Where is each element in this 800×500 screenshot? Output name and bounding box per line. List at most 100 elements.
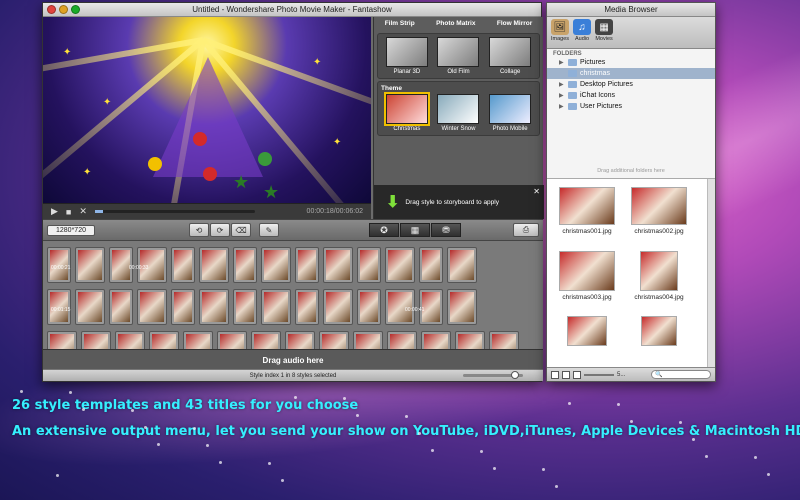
storyboard-slide[interactable] [319, 331, 349, 349]
folder-item[interactable]: ▶ Pictures [547, 57, 715, 68]
storyboard-slide[interactable] [295, 247, 319, 283]
style-view-icon[interactable]: ✪ [368, 223, 399, 237]
rotate-left-icon[interactable]: ⟲ [188, 223, 209, 237]
style-tab[interactable]: Flow Mirror [497, 20, 532, 31]
storyboard-slide[interactable] [387, 331, 417, 349]
folder-item-selected[interactable]: christmas [547, 68, 715, 79]
main-titlebar[interactable]: Untitled - Wondershare Photo Movie Maker… [43, 3, 541, 17]
disclosure-icon[interactable]: ▶ [559, 103, 565, 110]
star-icon: ✦ [83, 167, 92, 178]
list-view-icon[interactable] [562, 370, 570, 379]
rotate-right-icon[interactable]: ⟳ [209, 223, 230, 237]
audio-drop-zone[interactable]: Drag audio here [43, 349, 543, 371]
detail-view-icon[interactable] [573, 370, 581, 379]
storyboard-slide[interactable] [233, 289, 257, 325]
storyboard-row [47, 331, 519, 349]
theme-cell[interactable]: Christmas [383, 92, 431, 132]
zoom-slider[interactable] [463, 371, 523, 379]
media-search-input[interactable]: 🔍 [651, 370, 711, 379]
disclosure-icon[interactable]: ▶ [559, 92, 565, 99]
folder-item[interactable]: ▶ iChat Icons [547, 90, 715, 101]
audio-tab[interactable]: ♫ Audio [573, 19, 592, 46]
disclosure-icon[interactable]: ▶ [559, 59, 565, 66]
movies-tab[interactable]: ▦ Movies [595, 19, 614, 46]
storyboard-slide[interactable] [75, 289, 105, 325]
storyboard-slide[interactable] [353, 331, 383, 349]
storyboard-slide[interactable] [109, 289, 133, 325]
storyboard-slide[interactable] [421, 331, 451, 349]
close-hint-icon[interactable]: ✕ [533, 187, 540, 196]
thumbnail-size-slider[interactable] [584, 373, 614, 376]
storyboard-slide[interactable] [47, 331, 77, 349]
film-view-icon[interactable]: ▦ [399, 223, 430, 237]
media-item[interactable] [625, 316, 693, 361]
storyboard-slide[interactable] [419, 247, 443, 283]
storyboard-slide[interactable] [447, 247, 477, 283]
storyboard-slide[interactable] [385, 247, 415, 283]
storyboard-slide[interactable] [199, 289, 229, 325]
storyboard-slide[interactable] [357, 289, 381, 325]
storyboard-slide[interactable] [447, 289, 477, 325]
storyboard-slide[interactable] [285, 331, 315, 349]
style-tab[interactable]: Photo Matrix [436, 20, 475, 31]
storyboard-slide[interactable] [489, 331, 519, 349]
video-preview[interactable]: ★ ★ ✦ ✦ ✦ ✦ ✦ [43, 17, 371, 203]
grid-view-icon[interactable] [551, 370, 559, 379]
delete-icon[interactable]: ⌫ [230, 223, 251, 237]
theme-cell[interactable]: Photo Mobile [486, 94, 534, 132]
output-icon[interactable]: ⎙ [513, 223, 539, 237]
storyboard-slide[interactable] [171, 247, 195, 283]
storyboard-slide[interactable] [171, 289, 195, 325]
storyboard-slide[interactable] [295, 289, 319, 325]
editor-toolbar: 1280*720 ⟲ ⟳ ⌫ ✎ ✪ ▦ ⛃ ⎙ [43, 219, 543, 241]
storyboard-slide[interactable] [217, 331, 247, 349]
style-cell[interactable]: Old Film [434, 37, 482, 75]
play-icon[interactable]: ▶ [51, 206, 58, 217]
storyboard-slide[interactable] [251, 331, 281, 349]
media-item[interactable]: christmas003.jpg [553, 250, 621, 313]
theme-cell[interactable]: Winter Snow [434, 94, 482, 132]
style-label: Old Film [447, 69, 470, 75]
storyboard-slide[interactable] [137, 289, 167, 325]
media-item[interactable]: christmas004.jpg [625, 250, 693, 313]
storyboard-slide[interactable] [115, 331, 145, 349]
shuffle-icon[interactable]: ✕ [79, 206, 87, 217]
images-tab[interactable]: 🖼 Images [551, 19, 569, 46]
storyboard-slide[interactable] [357, 247, 381, 283]
media-item[interactable]: christmas001.jpg [553, 187, 621, 247]
stop-icon[interactable]: ■ [66, 207, 71, 217]
zoom-knob[interactable] [511, 371, 519, 379]
folder-item[interactable]: ▶ Desktop Pictures [547, 79, 715, 90]
storyboard-slide[interactable] [233, 247, 257, 283]
sparkle [493, 467, 496, 470]
storyboard-slide[interactable] [183, 331, 213, 349]
storyboard[interactable]: 00:00:21 00:00:33 00:01:15 00:00:41 [43, 241, 543, 349]
slide-image [174, 292, 192, 322]
close-window-icon[interactable] [47, 5, 56, 14]
style-cell[interactable]: Collage [486, 37, 534, 75]
storyboard-slide[interactable] [81, 331, 111, 349]
media-scrollbar[interactable] [707, 179, 715, 369]
storyboard-slide[interactable] [323, 247, 353, 283]
disclosure-icon[interactable]: ▶ [559, 81, 565, 88]
style-tab[interactable]: Film Strip [385, 20, 415, 31]
storyboard-slide[interactable] [323, 289, 353, 325]
resolution-button[interactable]: 1280*720 [47, 224, 95, 236]
zoom-window-icon[interactable] [71, 5, 80, 14]
storyboard-slide[interactable] [75, 247, 105, 283]
folder-item[interactable]: ▶ User Pictures [547, 101, 715, 112]
storyboard-slide[interactable] [261, 247, 291, 283]
style-cell[interactable]: Planar 3D [383, 37, 431, 75]
storyboard-slide[interactable] [455, 331, 485, 349]
minimize-window-icon[interactable] [59, 5, 68, 14]
export-view-icon[interactable]: ⛃ [430, 223, 461, 237]
storyboard-slide[interactable] [149, 331, 179, 349]
media-titlebar[interactable]: Media Browser [547, 3, 715, 17]
storyboard-slide[interactable] [261, 289, 291, 325]
star-icon: ★ [233, 172, 250, 192]
edit-pencil-icon[interactable]: ✎ [258, 223, 279, 237]
storyboard-slide[interactable] [199, 247, 229, 283]
media-item[interactable]: christmas002.jpg [625, 187, 693, 247]
media-item[interactable] [553, 316, 621, 361]
timeline-scrubber[interactable] [94, 210, 255, 213]
